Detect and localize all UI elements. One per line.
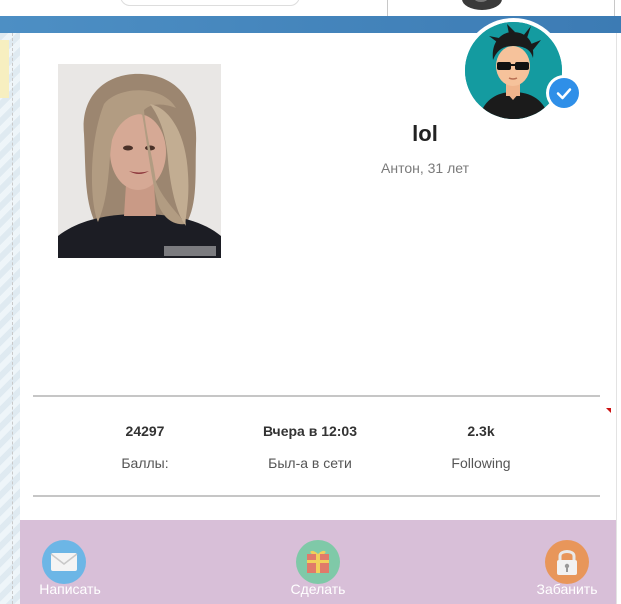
make-gift-label: Сделать	[290, 581, 346, 597]
gift-icon	[296, 540, 340, 584]
check-icon	[556, 88, 572, 100]
profile-subtitle: Антон, 31 лет	[381, 160, 469, 176]
ban-label: Забанить	[536, 581, 598, 597]
profile-name: lol	[412, 121, 438, 146]
profile-photo-image	[58, 64, 221, 258]
following-label[interactable]: Following	[396, 455, 566, 471]
make-gift-button[interactable]: Сделать	[263, 536, 373, 604]
scroll-edge	[616, 33, 621, 604]
dashed-divider	[12, 33, 13, 604]
points-value: 24297	[125, 423, 165, 439]
background-pattern	[0, 33, 20, 604]
topbar-divider	[387, 0, 388, 16]
last-online-label: Был-а в сети	[268, 455, 352, 471]
profile-card: lol Антон, 31 лет 24297 Баллы: Вчера в 1…	[20, 18, 616, 604]
avatar-illustration	[465, 22, 562, 119]
search-field[interactable]	[120, 0, 300, 6]
pointer-marker	[606, 408, 611, 413]
stats-top-divider	[33, 395, 600, 397]
points-label: Баллы:	[121, 455, 169, 471]
owner-avatar[interactable]	[461, 18, 566, 123]
write-message-label: Написать	[39, 581, 101, 597]
verified-badge	[546, 75, 582, 111]
user-menu-avatar[interactable]	[462, 0, 502, 10]
envelope-icon	[42, 540, 86, 584]
following-value[interactable]: 2.3k	[396, 423, 566, 439]
profile-photo[interactable]	[58, 64, 221, 258]
side-notice	[0, 40, 9, 98]
last-online-value: Вчера в 12:03	[262, 423, 358, 439]
action-bar: Написать Сделать Забанить	[20, 520, 616, 604]
lock-icon	[545, 540, 589, 584]
stats-bottom-divider	[33, 495, 600, 497]
ban-button[interactable]: Забанить	[512, 536, 621, 604]
top-bar	[0, 0, 621, 16]
write-message-button[interactable]: Написать	[15, 536, 125, 604]
topbar-divider	[614, 0, 615, 16]
